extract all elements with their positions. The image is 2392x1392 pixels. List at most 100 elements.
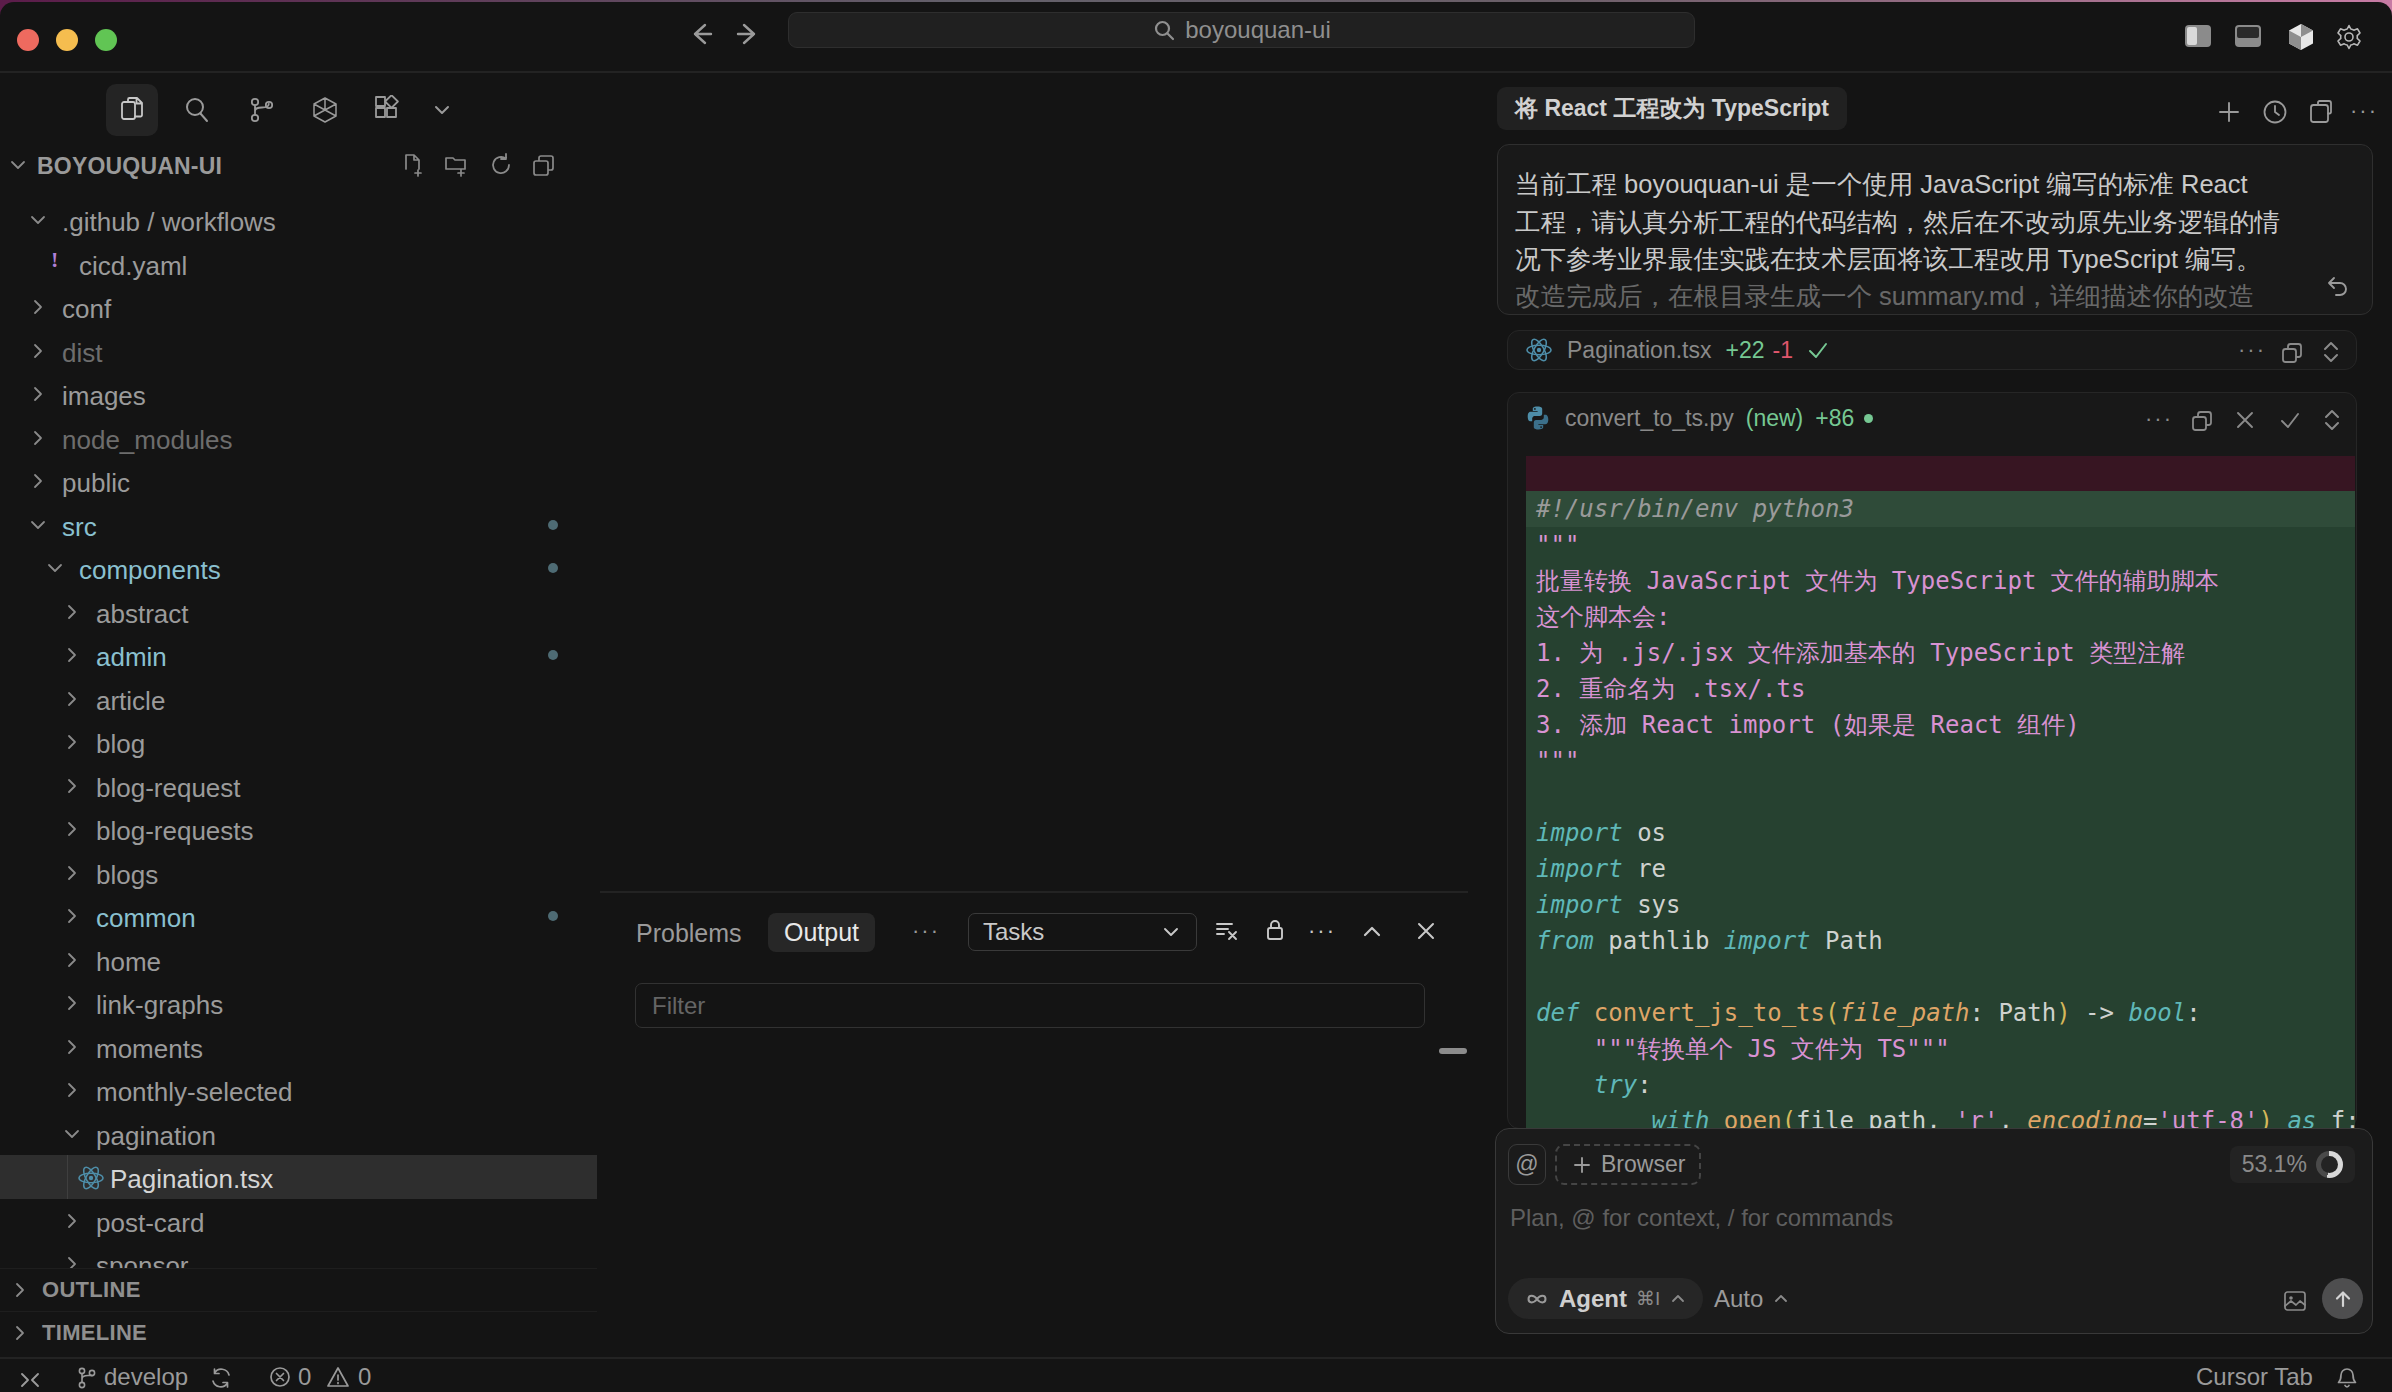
card-new-badge: (new)	[1746, 405, 1804, 432]
tree-item-sponsor[interactable]: sponsor	[0, 1242, 597, 1268]
problems-tab[interactable]: Problems	[636, 919, 742, 948]
context-usage-pill[interactable]: 53.1%	[2230, 1146, 2355, 1183]
chat-input-box[interactable]: @ Browser 53.1% Plan, @ for context, / f…	[1495, 1128, 2373, 1334]
panel-more-actions-icon[interactable]: ···	[1308, 918, 1336, 944]
panel-more-tabs-icon[interactable]: ···	[912, 918, 940, 944]
tree-item-post-card[interactable]: post-card	[0, 1199, 597, 1243]
chat-more-icon[interactable]: ···	[2350, 98, 2378, 124]
tree-item-images[interactable]: images	[0, 372, 597, 416]
card-copy-icon[interactable]	[2279, 340, 2305, 366]
address-bar[interactable]: boyouquan-ui	[788, 12, 1695, 48]
output-tab[interactable]: Output	[768, 913, 875, 952]
chat-tab-title[interactable]: 将 React 工程改为 TypeScript	[1497, 87, 1847, 130]
timeline-section[interactable]: TIMELINE	[0, 1311, 597, 1354]
tree-item-blog[interactable]: blog	[0, 720, 597, 764]
diff-removed-line	[1526, 456, 2355, 491]
back-button[interactable]	[687, 20, 715, 48]
model-dropdown[interactable]: Auto	[1714, 1278, 1790, 1319]
outline-section[interactable]: OUTLINE	[0, 1268, 597, 1311]
tree-item-public[interactable]: public	[0, 459, 597, 503]
add-context-button[interactable]: @	[1508, 1144, 1546, 1185]
model-label: Auto	[1714, 1285, 1763, 1313]
tree-item-admin[interactable]: admin	[0, 633, 597, 677]
card-more-icon[interactable]: ···	[2145, 406, 2173, 432]
tree-item-label: sponsor	[96, 1251, 189, 1268]
card-more-icon[interactable]: ···	[2238, 337, 2266, 363]
card-expand-icon[interactable]	[2320, 339, 2342, 365]
tree-item-cicd-yaml[interactable]: !cicd.yaml	[0, 242, 597, 286]
cursor-tab-label[interactable]: Cursor Tab	[2196, 1363, 2313, 1391]
tree-item-abstract[interactable]: abstract	[0, 590, 597, 634]
remote-icon[interactable]	[16, 1366, 44, 1392]
open-in-window-icon[interactable]	[2306, 97, 2336, 127]
tree-item-dist[interactable]: dist	[0, 329, 597, 373]
card-accept-icon[interactable]	[2278, 408, 2302, 432]
tree-item-label: Pagination.tsx	[110, 1164, 273, 1195]
tree-item-label: common	[96, 903, 196, 934]
lock-scroll-icon[interactable]	[1261, 916, 1289, 944]
tree-item-pagination-tsx[interactable]: Pagination.tsx	[0, 1155, 597, 1199]
undo-icon[interactable]	[2324, 273, 2350, 299]
tree-item--github-workflows[interactable]: .github / workflows	[0, 198, 597, 242]
infinity-icon	[1524, 1286, 1550, 1312]
panel-scrollbar-handle[interactable]	[1439, 1048, 1467, 1054]
close-panel-icon[interactable]	[1413, 918, 1439, 944]
tree-item-monthly-selected[interactable]: monthly-selected	[0, 1068, 597, 1112]
code-line: 批量转换 JavaScript 文件为 TypeScript 文件的辅助脚本	[1526, 563, 2355, 599]
model-chevron-icon	[1772, 1290, 1790, 1308]
code-line: import sys	[1526, 887, 2355, 923]
layout-sidebar-icon[interactable]	[2183, 23, 2213, 49]
tree-item-label: moments	[96, 1034, 203, 1065]
git-branch-icon[interactable]	[75, 1365, 99, 1391]
settings-gear-icon[interactable]	[2334, 22, 2364, 52]
tree-item-moments[interactable]: moments	[0, 1025, 597, 1069]
tree-item-pagination[interactable]: pagination	[0, 1112, 597, 1156]
sync-icon[interactable]	[208, 1365, 234, 1391]
history-icon[interactable]	[2260, 97, 2290, 127]
tree-item-blog-request[interactable]: blog-request	[0, 764, 597, 808]
filter-input[interactable]: Filter	[635, 983, 1425, 1028]
tree-item-link-graphs[interactable]: link-graphs	[0, 981, 597, 1025]
maximize-panel-icon[interactable]	[1360, 920, 1384, 944]
bell-icon[interactable]	[2334, 1365, 2360, 1391]
file-change-card-pagination[interactable]: Pagination.tsx +22 -1 ···	[1507, 330, 2357, 370]
agent-mode-dropdown[interactable]: Agent ⌘I	[1508, 1278, 1703, 1319]
tree-item-label: blog-request	[96, 773, 241, 804]
tree-item-article[interactable]: article	[0, 677, 597, 721]
tree-item-blog-requests[interactable]: blog-requests	[0, 807, 597, 851]
errors-icon[interactable]	[268, 1365, 292, 1389]
browser-chip[interactable]: Browser	[1555, 1144, 1701, 1185]
forward-button[interactable]	[734, 20, 762, 48]
send-button[interactable]	[2322, 1278, 2363, 1319]
tree-item-common[interactable]: common	[0, 894, 597, 938]
tasks-dropdown[interactable]: Tasks	[968, 913, 1197, 951]
modified-dot-icon	[548, 520, 558, 530]
code-line: 这个脚本会:	[1526, 599, 2355, 635]
tree-item-blogs[interactable]: blogs	[0, 851, 597, 895]
file-change-card-convert[interactable]: convert_to_ts.py (new) +86 ··· #!/usr/bi…	[1507, 392, 2357, 1129]
tree-item-home[interactable]: home	[0, 938, 597, 982]
card-reject-icon[interactable]	[2233, 408, 2257, 432]
chevron-right-icon	[62, 1080, 82, 1100]
tree-item-src[interactable]: src	[0, 503, 597, 547]
card-copy-icon[interactable]	[2189, 408, 2215, 434]
cursor-ai-icon[interactable]	[2286, 22, 2316, 52]
tree-item-conf[interactable]: conf	[0, 285, 597, 329]
warnings-icon[interactable]	[326, 1365, 350, 1389]
warnings-count: 0	[358, 1363, 371, 1391]
image-icon[interactable]	[2282, 1288, 2308, 1314]
branch-name[interactable]: develop	[104, 1363, 188, 1391]
tree-item-node-modules[interactable]: node_modules	[0, 416, 597, 460]
react-icon	[1524, 335, 1554, 365]
chevron-down-icon	[45, 558, 65, 578]
layout-panel-icon[interactable]	[2233, 23, 2263, 49]
user-message-box[interactable]: 当前工程 boyouquan-ui 是一个使用 JavaScript 编写的标准…	[1497, 144, 2373, 315]
tree-item-components[interactable]: components	[0, 546, 597, 590]
diff-code-area: #!/usr/bin/env python3"""批量转换 JavaScript…	[1526, 491, 2355, 1129]
statusbar: develop 0 0 Cursor Tab	[0, 1357, 2392, 1392]
outline-label: OUTLINE	[42, 1277, 141, 1303]
new-chat-icon[interactable]	[2215, 98, 2243, 126]
card-expand-icon[interactable]	[2321, 407, 2343, 433]
tree-item-label: abstract	[96, 599, 189, 630]
clear-output-icon[interactable]	[1212, 917, 1240, 945]
